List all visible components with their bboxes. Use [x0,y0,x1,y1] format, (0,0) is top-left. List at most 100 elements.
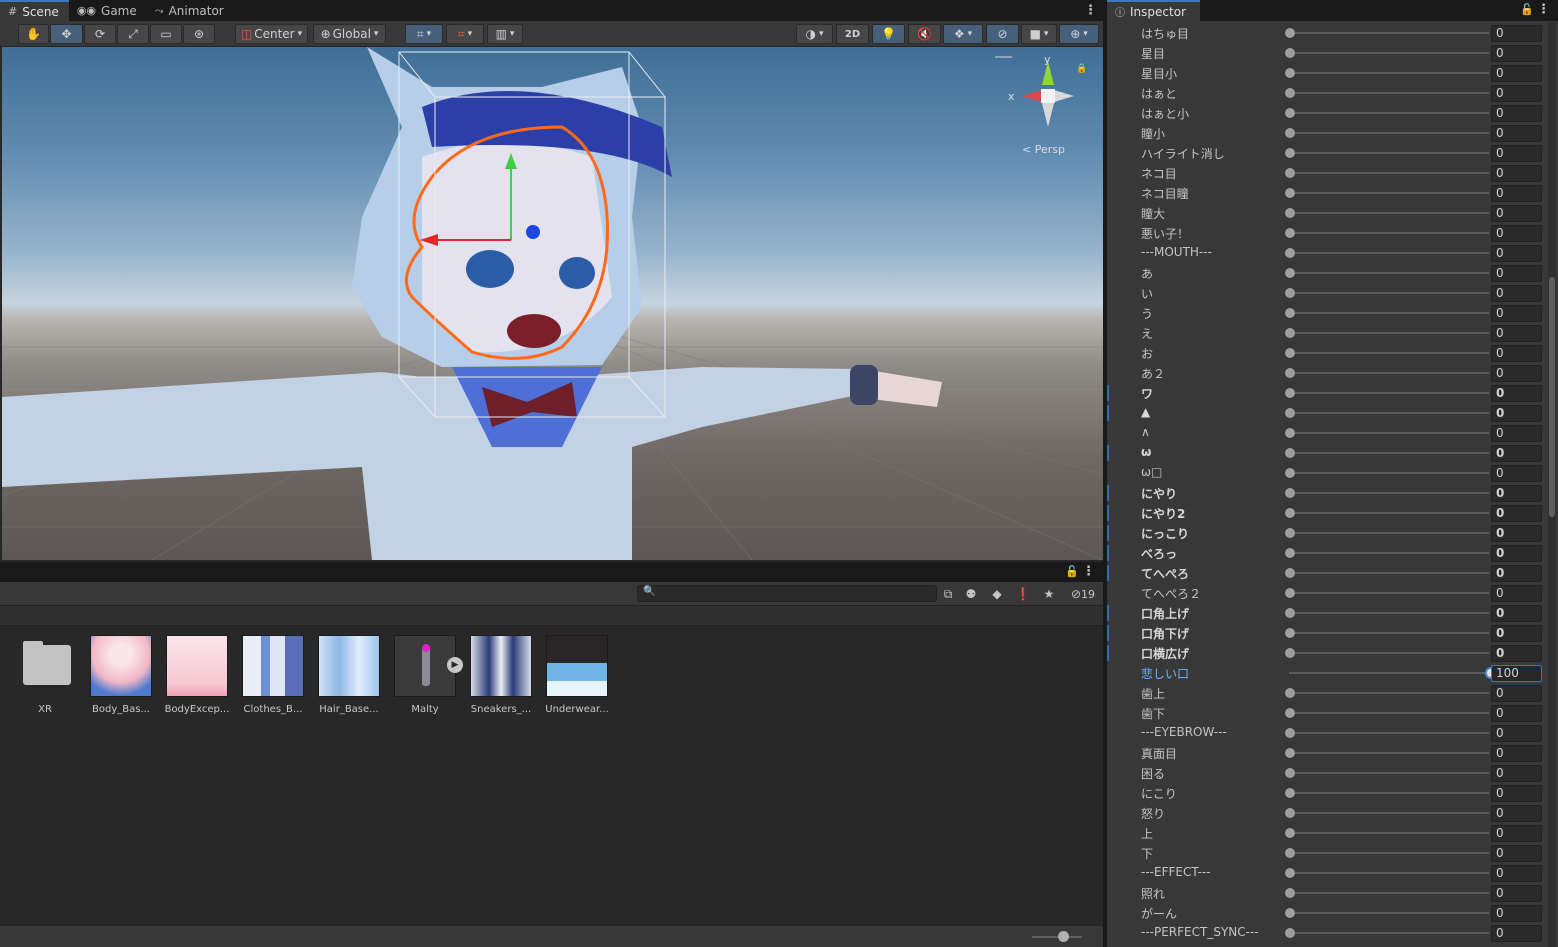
increment-snap-button[interactable]: ⌗ [446,24,484,44]
blendshape-value-field[interactable]: 0 [1491,785,1542,802]
asset-folder-xr[interactable]: XR [11,635,79,715]
toggle-2d-button[interactable]: 2D [836,24,869,44]
inspector-menu-icon[interactable]: ⋮ [1537,2,1550,17]
blendshape-slider-knob[interactable] [1285,868,1295,878]
blendshape-slider-track[interactable] [1289,832,1489,834]
blendshape-value-field[interactable]: 0 [1491,425,1542,442]
blendshape-slider-track[interactable] [1289,632,1489,634]
blendshape-value-field[interactable]: 0 [1491,45,1542,62]
tab-scene[interactable]: # Scene [0,0,69,21]
filter-type-icon[interactable]: ⚉ [962,585,980,603]
blendshape-slider-knob[interactable] [1285,468,1295,478]
blendshape-slider-knob[interactable] [1285,108,1295,118]
blendshape-value-field[interactable]: 0 [1491,125,1542,142]
blendshape-slider-knob[interactable] [1285,768,1295,778]
blendshape-value-field[interactable]: 0 [1491,505,1542,522]
pivot-rotation-dropdown[interactable]: ⊕ Global [313,24,386,44]
blendshape-slider-knob[interactable] [1285,608,1295,618]
blendshape-slider-knob[interactable] [1285,828,1295,838]
blendshape-slider-knob[interactable] [1285,508,1295,518]
blendshape-value-field[interactable]: 0 [1491,445,1542,462]
blendshape-slider-knob[interactable] [1285,148,1295,158]
blendshape-slider-knob[interactable] [1285,448,1295,458]
blendshape-slider-knob[interactable] [1285,888,1295,898]
gizmos-dropdown[interactable]: ⊕ [1059,24,1099,44]
blendshape-slider-track[interactable] [1289,852,1489,854]
blendshape-slider-track[interactable] [1289,472,1489,474]
blendshape-slider-track[interactable] [1289,892,1489,894]
asset-bodyexception-texture[interactable]: BodyExcep... [163,635,231,715]
blendshape-slider-track[interactable] [1289,652,1489,654]
thumbnail-size-knob[interactable] [1058,931,1069,942]
blendshape-slider-knob[interactable] [1285,728,1295,738]
blendshape-slider-track[interactable] [1289,52,1489,54]
grid-visibility-button[interactable]: ▥ [487,24,523,44]
scene-viewport[interactable]: 🔒 x y < Persp [2,47,1103,560]
blendshape-value-field[interactable]: 0 [1491,385,1542,402]
blendshape-value-field[interactable]: 0 [1491,745,1542,762]
blendshape-slider-track[interactable] [1289,152,1489,154]
transform-tool-button[interactable]: ⊛ [183,24,215,44]
blendshape-slider-track[interactable] [1289,372,1489,374]
blendshape-value-field[interactable]: 0 [1491,885,1542,902]
effects-dropdown[interactable]: ❖ [943,24,983,44]
blendshape-slider-track[interactable] [1289,172,1489,174]
blendshape-slider-track[interactable] [1289,812,1489,814]
blendshape-slider-knob[interactable] [1285,928,1295,938]
hidden-objects-toggle[interactable]: ⊘ [986,24,1019,44]
asset-underwear-texture[interactable]: Underwear... [543,635,611,715]
blendshape-value-field[interactable]: 0 [1491,25,1542,42]
blendshape-slider-knob[interactable] [1285,368,1295,378]
blendshape-value-field[interactable]: 0 [1491,465,1542,482]
blendshape-slider-track[interactable] [1289,512,1489,514]
blendshape-slider-knob[interactable] [1285,488,1295,498]
blendshape-slider-track[interactable] [1289,792,1489,794]
scale-tool-button[interactable]: ⤢ [117,24,149,44]
blendshape-slider-track[interactable] [1289,212,1489,214]
blendshape-value-field[interactable]: 100 [1491,665,1542,682]
projection-toggle[interactable]: < Persp [1022,143,1065,156]
blendshape-value-field[interactable]: 0 [1491,525,1542,542]
blendshape-slider-knob[interactable] [1285,548,1295,558]
blendshape-slider-knob[interactable] [1285,708,1295,718]
blendshape-slider-track[interactable] [1289,592,1489,594]
blendshape-slider-knob[interactable] [1285,528,1295,538]
blendshape-value-field[interactable]: 0 [1491,625,1542,642]
blendshape-slider-track[interactable] [1289,552,1489,554]
blendshape-value-field[interactable]: 0 [1491,825,1542,842]
filter-log-icon[interactable]: ❗ [1014,585,1032,603]
blendshape-slider-knob[interactable] [1285,228,1295,238]
blendshape-value-field[interactable]: 0 [1491,605,1542,622]
blendshape-slider-knob[interactable] [1285,568,1295,578]
blendshape-slider-track[interactable] [1289,532,1489,534]
blendshape-slider-track[interactable] [1289,712,1489,714]
blendshape-value-field[interactable]: 0 [1491,305,1542,322]
blendshape-slider-track[interactable] [1289,392,1489,394]
blendshape-value-field[interactable]: 0 [1491,325,1542,342]
blendshape-slider-track[interactable] [1289,752,1489,754]
blendshape-slider-knob[interactable] [1285,388,1295,398]
asset-hair-texture[interactable]: Hair_Base... [315,635,383,715]
draw-mode-dropdown[interactable]: ◑ [796,24,833,44]
asset-clothes-texture[interactable]: Clothes_B... [239,635,307,715]
asset-malty-prefab[interactable]: ▶ Malty [391,635,463,715]
blendshape-slider-knob[interactable] [1285,268,1295,278]
camera-settings-dropdown[interactable]: ■ [1021,24,1057,44]
blendshape-value-field[interactable]: 0 [1491,765,1542,782]
blendshape-slider-knob[interactable] [1285,648,1295,658]
blendshape-slider-knob[interactable] [1285,848,1295,858]
blendshape-slider-knob[interactable] [1285,408,1295,418]
blendshape-value-field[interactable]: 0 [1491,105,1542,122]
tab-animator[interactable]: ⤳ Animator [147,0,234,21]
pivot-mode-dropdown[interactable]: ◫ Center [235,24,308,44]
blendshape-value-field[interactable]: 0 [1491,865,1542,882]
blendshape-slider-knob[interactable] [1285,748,1295,758]
blendshape-slider-track[interactable] [1289,92,1489,94]
blendshape-value-field[interactable]: 0 [1491,705,1542,722]
blendshape-slider-knob[interactable] [1285,308,1295,318]
blendshape-slider-knob[interactable] [1285,188,1295,198]
blendshape-value-field[interactable]: 0 [1491,185,1542,202]
blendshape-slider-track[interactable] [1289,572,1489,574]
blendshape-value-field[interactable]: 0 [1491,685,1542,702]
blendshape-slider-track[interactable] [1289,672,1489,674]
